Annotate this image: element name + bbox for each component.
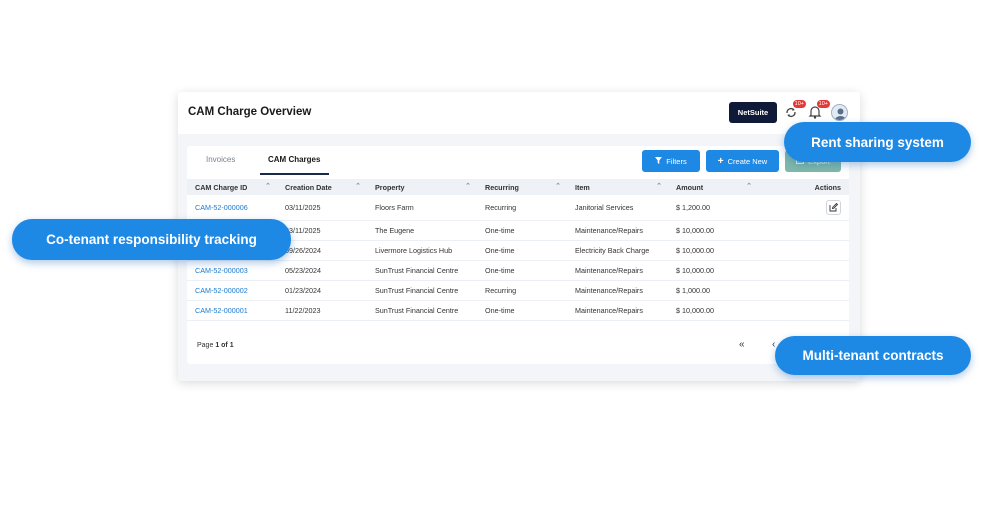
item: Maintenance/Repairs <box>567 220 668 241</box>
actions-cell <box>758 300 849 321</box>
create-new-button[interactable]: + Create New <box>706 150 779 172</box>
pagination-info: Page 1 of 1 <box>197 342 234 349</box>
item: Electricity Back Charge <box>567 240 668 261</box>
amount: $ 10,000.00 <box>668 260 758 281</box>
plus-icon: + <box>717 155 724 167</box>
first-page-icon[interactable]: « <box>739 339 745 350</box>
property: SunTrust Financial Centre <box>367 260 477 281</box>
property: SunTrust Financial Centre <box>367 280 477 301</box>
recurring: One-time <box>477 220 567 241</box>
prev-page-icon[interactable]: ‹ <box>772 339 775 350</box>
filter-icon <box>655 156 663 166</box>
recurring: One-time <box>477 240 567 261</box>
recurring: One-time <box>477 300 567 321</box>
recurring: Recurring <box>477 195 567 221</box>
sort-up-icon[interactable]: ⌃ <box>746 182 752 190</box>
notification-badge: 10+ <box>816 100 830 108</box>
amount: $ 10,000.00 <box>668 220 758 241</box>
table-row[interactable]: CAM-52-000002 01/23/2024 SunTrust Financ… <box>187 280 849 301</box>
actions-cell <box>758 240 849 261</box>
sync-badge: 10+ <box>792 100 806 108</box>
col-header-date[interactable]: Creation Date ⌃ <box>277 179 367 195</box>
actions-cell <box>758 260 849 281</box>
bell-icon[interactable]: 10+ <box>808 100 830 122</box>
recurring: One-time <box>477 260 567 281</box>
sort-up-icon[interactable]: ⌃ <box>265 182 271 190</box>
creation-date: 03/11/2025 <box>277 195 367 221</box>
charge-id-link[interactable]: CAM-52-000001 <box>187 300 277 321</box>
col-header-amount[interactable]: Amount ⌃ <box>668 179 758 195</box>
col-header-id[interactable]: CAM Charge ID ⌃ <box>187 179 277 195</box>
item: Maintenance/Repairs <box>567 280 668 301</box>
sync-icon[interactable]: 10+ <box>784 100 806 122</box>
col-header-actions: Actions <box>758 179 849 195</box>
sort-up-icon[interactable]: ⌃ <box>355 182 361 190</box>
actions-cell <box>758 220 849 241</box>
user-avatar[interactable] <box>831 104 848 121</box>
tab-cam-charges[interactable]: CAM Charges <box>268 155 320 164</box>
table-row[interactable]: CAM-52-000006 03/11/2025 Floors Farm Rec… <box>187 195 849 221</box>
amount: $ 10,000.00 <box>668 300 758 321</box>
creation-date: 11/22/2023 <box>277 300 367 321</box>
col-header-item[interactable]: Item ⌃ <box>567 179 668 195</box>
amount: $ 1,000.00 <box>668 280 758 301</box>
table-header-row: CAM Charge ID ⌃ Creation Date ⌃ Property ⌃ … <box>187 179 849 195</box>
table-row[interactable]: CAM-52-000001 11/22/2023 SunTrust Financ… <box>187 300 849 321</box>
item: Maintenance/Repairs <box>567 260 668 281</box>
callout-multi-tenant: Multi-tenant contracts <box>775 336 971 375</box>
create-new-label: Create New <box>727 156 768 166</box>
pagination-prefix: Page <box>197 342 214 349</box>
recurring: Recurring <box>477 280 567 301</box>
charge-id-link[interactable]: CAM-52-000006 <box>187 195 277 221</box>
item: Maintenance/Repairs <box>567 300 668 321</box>
amount: $ 1,200.00 <box>668 195 758 221</box>
property: The Eugene <box>367 220 477 241</box>
content-panel: Invoices CAM Charges Filters + Create Ne… <box>187 146 849 364</box>
sort-up-icon[interactable]: ⌃ <box>656 182 662 190</box>
pagination-current: 1 of 1 <box>215 342 234 349</box>
item: Janitorial Services <box>567 195 668 221</box>
filters-label: Filters <box>666 156 687 166</box>
filters-button[interactable]: Filters <box>642 150 700 172</box>
amount: $ 10,000.00 <box>668 240 758 261</box>
sort-up-icon[interactable]: ⌃ <box>555 182 561 190</box>
col-header-property[interactable]: Property ⌃ <box>367 179 477 195</box>
callout-rent-sharing: Rent sharing system <box>784 122 971 162</box>
charge-id-link[interactable]: CAM-52-000002 <box>187 280 277 301</box>
property: Livermore Logistics Hub <box>367 240 477 261</box>
creation-date: 05/23/2024 <box>277 260 367 281</box>
callout-cotenant-tracking: Co-tenant responsibility tracking <box>12 219 291 260</box>
edit-icon[interactable] <box>826 199 841 215</box>
col-header-recurring[interactable]: Recurring ⌃ <box>477 179 567 195</box>
actions-cell <box>758 280 849 301</box>
sort-up-icon[interactable]: ⌃ <box>465 182 471 190</box>
actions-cell <box>758 195 849 221</box>
card-header: CAM Charge Overview NetSuite 10+ 10+ <box>178 92 860 134</box>
table-row[interactable]: CAM-52-000003 05/23/2024 SunTrust Financ… <box>187 260 849 281</box>
charge-id-link[interactable]: CAM-52-000003 <box>187 260 277 281</box>
property: Floors Farm <box>367 195 477 221</box>
tab-bar: Invoices CAM Charges <box>187 146 387 175</box>
netsuite-button[interactable]: NetSuite <box>729 102 777 123</box>
tab-invoices[interactable]: Invoices <box>206 155 235 164</box>
creation-date: 01/23/2024 <box>277 280 367 301</box>
property: SunTrust Financial Centre <box>367 300 477 321</box>
page-title: CAM Charge Overview <box>188 106 312 118</box>
active-tab-indicator <box>260 173 329 175</box>
